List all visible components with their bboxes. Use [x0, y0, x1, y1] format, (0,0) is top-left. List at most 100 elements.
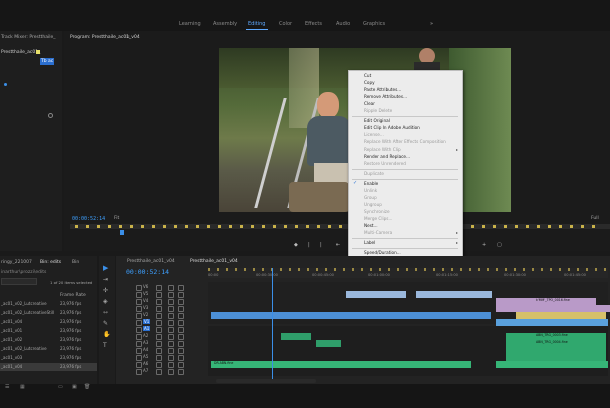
video-clip[interactable] [211, 312, 491, 319]
ripple-edit-tool-icon[interactable]: ✢ [103, 287, 108, 294]
workspace-effects[interactable]: Effects [305, 21, 322, 27]
solo-icon[interactable] [178, 299, 184, 305]
toggle-sync-icon[interactable] [156, 355, 162, 361]
mixer-subitem[interactable]: Tb ac [41, 59, 53, 64]
track-label-v2[interactable]: V2 [143, 312, 148, 317]
lock-icon[interactable] [136, 369, 142, 375]
mute-icon[interactable] [168, 334, 174, 340]
project-row[interactable]: _ac01_v02_Lutcreative 23,976 fps [0, 300, 97, 308]
menu-item-synchronize[interactable]: Synchronize [364, 209, 390, 214]
zoom-select[interactable]: Fit [114, 216, 119, 221]
bin-edits-tab[interactable]: Bin: edits [40, 260, 61, 265]
audio-clip[interactable] [211, 361, 471, 368]
solo-icon[interactable] [178, 334, 184, 340]
mark-in-icon[interactable]: | [308, 242, 310, 248]
timeline-timecode[interactable]: 00:00:52:14 [126, 268, 169, 276]
audio-clip[interactable] [316, 340, 341, 347]
menu-item-merge-clips[interactable]: Merge Clips... [364, 216, 393, 221]
menu-item-edit-original[interactable]: Edit Original [364, 118, 390, 123]
menu-item-group[interactable]: Group [364, 195, 377, 200]
toggle-sync-icon[interactable] [156, 348, 162, 354]
solo-icon[interactable] [178, 369, 184, 375]
video-clip[interactable] [466, 291, 492, 298]
export-frame-icon[interactable]: ▢ [497, 242, 502, 248]
track-label-a2[interactable]: A2 [143, 333, 148, 338]
video-clip[interactable] [516, 312, 606, 319]
track-label-a1[interactable]: A1 [143, 326, 151, 331]
mute-icon[interactable] [168, 369, 174, 375]
menu-item-cut[interactable]: Cut [364, 73, 371, 78]
track-label-v1[interactable]: V1 [143, 319, 151, 324]
lock-icon[interactable] [136, 320, 142, 326]
track-label-a7[interactable]: A7 [143, 368, 148, 373]
toggle-sync-icon[interactable] [156, 362, 162, 368]
go-to-in-icon[interactable]: ⇤ [336, 242, 340, 248]
keyframe-icon[interactable] [48, 113, 53, 118]
menu-item-multi-camera[interactable]: Multi-Camera [364, 230, 392, 235]
menu-item-remove-attributes[interactable]: Remove Attributes... [364, 94, 407, 99]
video-clip[interactable] [496, 319, 608, 326]
selection-tool-icon[interactable]: ▶ [103, 264, 108, 272]
project-row[interactable]: _ac01_v01 23,976 fps [0, 327, 97, 335]
menu-item-license[interactable]: License... [364, 132, 384, 137]
track-label-v3[interactable]: V3 [143, 305, 148, 310]
solo-icon[interactable] [178, 362, 184, 368]
project-row[interactable]: _ac01_v04 23,976 fps [0, 363, 97, 371]
track-label-a5[interactable]: A5 [143, 354, 148, 359]
menu-item-clear[interactable]: Clear [364, 101, 375, 106]
menu-item-nest[interactable]: Nest... [364, 223, 378, 228]
mute-icon[interactable] [168, 320, 174, 326]
mute-icon[interactable] [168, 362, 174, 368]
track-label-a6[interactable]: A6 [143, 361, 148, 366]
text-tool-icon[interactable]: T [103, 342, 107, 349]
monitor-playhead-icon[interactable] [120, 230, 124, 235]
workspace-assembly[interactable]: Assembly [213, 21, 237, 27]
new-bin-icon[interactable]: ▭ [58, 384, 63, 390]
toggle-sync-icon[interactable] [156, 369, 162, 375]
menu-item-unlink[interactable]: Unlink [364, 188, 377, 193]
toggle-sync-icon[interactable] [156, 313, 162, 319]
solo-icon[interactable] [178, 285, 184, 291]
menu-item-label[interactable]: Label [364, 240, 375, 245]
menu-item-edit-clip-in-adobe-audition[interactable]: Edit Clip In Adobe Audition [364, 125, 420, 130]
track-label-a3[interactable]: A3 [143, 340, 148, 345]
lock-icon[interactable] [136, 285, 142, 291]
pen-tool-icon[interactable]: ✎ [103, 320, 108, 327]
mixer-item[interactable]: Prestthaile_ac01_ [1, 50, 40, 55]
menu-item-copy[interactable]: Copy [364, 80, 375, 85]
audio-clip[interactable] [281, 333, 311, 340]
toggle-sync-icon[interactable] [156, 320, 162, 326]
menu-item-render-and-replace[interactable]: Render and Replace... [364, 154, 410, 159]
project-row[interactable]: _ac01_v03 23,976 fps [0, 354, 97, 362]
menu-item-replace-with-after-effects-composition[interactable]: Replace With After Effects Composition [364, 139, 446, 144]
video-clip[interactable] [496, 305, 610, 312]
sequence-tab-2[interactable]: Prestthaile_ac01_v04 [190, 259, 238, 264]
workspace-color[interactable]: Color [279, 21, 292, 27]
solo-icon[interactable] [178, 355, 184, 361]
workspace-editing[interactable]: Editing [248, 21, 265, 27]
marker-add-icon[interactable]: ◆ [294, 242, 298, 248]
lock-icon[interactable] [136, 313, 142, 319]
mute-icon[interactable] [168, 299, 174, 305]
mute-icon[interactable] [168, 306, 174, 312]
button-editor-icon[interactable]: + [482, 242, 486, 248]
mute-icon[interactable] [168, 313, 174, 319]
lock-icon[interactable] [136, 334, 142, 340]
mute-icon[interactable] [168, 285, 174, 291]
program-timecode[interactable]: 00:00:52:14 [72, 216, 105, 222]
workspace-audio[interactable]: Audio [336, 21, 350, 27]
panel-menu-icon[interactable]: ≡ [126, 35, 130, 40]
solo-icon[interactable] [178, 348, 184, 354]
track-label-v4[interactable]: V4 [143, 298, 148, 303]
lock-icon[interactable] [136, 348, 142, 354]
frame-rate-column-header[interactable]: Frame Rate [60, 293, 86, 298]
lock-icon[interactable] [136, 341, 142, 347]
mute-icon[interactable] [168, 341, 174, 347]
menu-item-speed-duration[interactable]: Speed/Duration... [364, 250, 401, 255]
workspace-learning[interactable]: Learning [179, 21, 201, 27]
video-clip[interactable] [346, 291, 406, 298]
project-row[interactable]: _ac01_v02_Lutcreative 23,976 fps [0, 345, 97, 353]
mute-icon[interactable] [168, 348, 174, 354]
project-row[interactable]: _ac01_v04 23,976 fps [0, 318, 97, 326]
list-view-icon[interactable]: ☰ [5, 384, 9, 390]
